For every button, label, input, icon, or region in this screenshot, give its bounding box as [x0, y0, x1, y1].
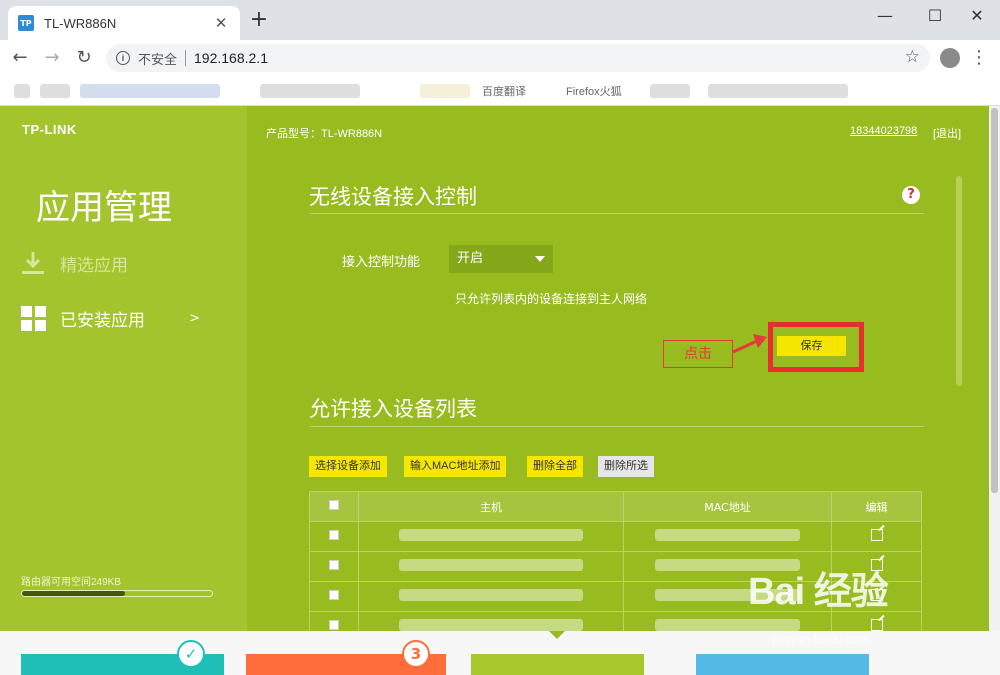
active-pointer	[549, 631, 565, 639]
more-menu-icon[interactable]: ⋮	[970, 46, 988, 70]
row-checkbox[interactable]	[329, 590, 339, 600]
check-icon: ✓	[177, 640, 205, 668]
close-window-icon[interactable]: ✕	[962, 4, 992, 28]
device-list-title: 允许接入设备列表	[309, 397, 477, 421]
brand-logo: TP-LINK	[22, 122, 77, 137]
address-bar[interactable]: i 不安全 192.168.2.1 ☆	[106, 44, 930, 72]
access-control-hint: 只允许列表内的设备连接到主人网络	[455, 292, 648, 306]
storage-bar	[21, 590, 213, 597]
account-link[interactable]: 18344023798	[850, 125, 917, 137]
minimize-icon[interactable]: —	[870, 4, 900, 28]
row-checkbox[interactable]	[329, 560, 339, 570]
forward-icon[interactable]: →	[40, 46, 64, 70]
tab-title: TL-WR886N	[44, 15, 117, 31]
watermark-text: Bai 经验	[748, 571, 889, 613]
logout-link[interactable]: [退出]	[933, 125, 961, 141]
annotation-label: 点击	[663, 340, 733, 368]
security-status: 不安全	[138, 51, 178, 67]
access-control-select[interactable]: 开启	[449, 245, 553, 273]
select-value: 开启	[457, 251, 484, 266]
maximize-icon[interactable]: ☐	[920, 4, 950, 28]
omnibox-divider	[185, 50, 187, 66]
table-header-row: 主机 MAC地址 编辑	[309, 491, 922, 522]
sidebar-item-installed-apps[interactable]: 已安装应用 >	[20, 305, 200, 331]
column-host: 主机	[358, 491, 624, 522]
new-tab-button[interactable]: +	[248, 9, 270, 31]
info-icon[interactable]: i	[116, 51, 130, 65]
bookmark-blur[interactable]	[260, 84, 360, 98]
sidebar: TP-LINK 应用管理 精选应用 已安装应用 > 路由器可用空间249KB	[0, 106, 247, 631]
url-text[interactable]: 192.168.2.1	[194, 50, 268, 66]
nav-step-3[interactable]	[471, 654, 644, 675]
annotation-arrow-icon	[732, 334, 767, 354]
apps-grid-icon	[20, 305, 46, 331]
bookmarks-bar: 百度翻译 Firefox火狐	[0, 76, 1000, 106]
table-row	[309, 521, 922, 552]
bookmark-blur[interactable]	[420, 84, 470, 98]
select-device-add-button[interactable]: 选择设备添加	[309, 456, 387, 477]
storage-label: 路由器可用空间249KB	[21, 577, 122, 588]
mac-cell-blurred	[655, 529, 800, 541]
download-icon	[20, 250, 46, 276]
add-by-mac-button[interactable]: 输入MAC地址添加	[404, 456, 507, 477]
divider	[309, 213, 924, 214]
step-count-badge: 3	[402, 640, 430, 668]
host-cell-blurred	[398, 619, 584, 631]
host-cell-blurred	[398, 529, 584, 541]
column-mac: MAC地址	[623, 491, 832, 522]
host-cell-blurred	[398, 559, 584, 571]
inner-scrollbar[interactable]	[956, 176, 962, 386]
help-icon[interactable]: ?	[902, 186, 920, 204]
nav-step-4[interactable]	[696, 654, 869, 675]
chevron-right-icon: >	[189, 310, 200, 326]
close-tab-icon[interactable]: ✕	[212, 14, 230, 32]
browser-tabbar: TP TL-WR886N ✕ + — ☐ ✕	[0, 0, 1000, 40]
profile-avatar[interactable]	[940, 48, 960, 68]
host-cell-blurred	[398, 589, 584, 601]
sidebar-item-label: 精选应用	[60, 255, 128, 276]
edit-icon[interactable]	[870, 529, 883, 541]
delete-all-button[interactable]: 删除全部	[527, 456, 583, 477]
row-checkbox[interactable]	[329, 530, 339, 540]
back-icon[interactable]: ←	[8, 46, 32, 70]
storage-bar-fill	[22, 591, 125, 596]
access-control-title: 无线设备接入控制	[309, 185, 477, 209]
bookmark-item[interactable]: Firefox火狐	[566, 83, 622, 99]
access-control-label: 接入控制功能	[342, 255, 421, 270]
main-panel: 产品型号：TL-WR886N 18344023798 [退出] 无线设备接入控制…	[247, 106, 1000, 642]
row-checkbox[interactable]	[329, 620, 339, 630]
bookmark-blur[interactable]	[708, 84, 848, 98]
bookmark-favicon[interactable]	[14, 84, 30, 98]
watermark-url: jingyan.baidu.com	[772, 632, 869, 646]
browser-tab[interactable]: TP TL-WR886N ✕	[8, 6, 240, 40]
divider	[309, 426, 924, 427]
select-all-checkbox[interactable]	[329, 500, 339, 510]
section-title: 应用管理	[36, 188, 172, 228]
edit-icon[interactable]	[870, 619, 883, 631]
page-scrollbar-thumb[interactable]	[991, 108, 998, 493]
dropdown-arrow-icon	[535, 256, 545, 262]
mac-cell-blurred	[655, 619, 800, 631]
bookmark-blur[interactable]	[40, 84, 70, 98]
save-button[interactable]: 保存	[777, 336, 846, 356]
reload-icon[interactable]: ↻	[72, 46, 96, 70]
sidebar-item-label: 已安装应用	[60, 310, 145, 331]
sidebar-item-featured-apps[interactable]: 精选应用	[20, 250, 200, 276]
select-all-header[interactable]	[309, 491, 359, 522]
baidu-jingyan-watermark: Bai 经验	[748, 560, 889, 615]
tplink-favicon-icon: TP	[18, 15, 34, 31]
bookmark-item[interactable]: 百度翻译	[482, 83, 526, 99]
model-label: 产品型号：TL-WR886N	[266, 128, 383, 140]
browser-toolbar: ← → ↻ i 不安全 192.168.2.1 ☆ ⋮	[0, 40, 1000, 76]
bookmark-blur[interactable]	[80, 84, 220, 98]
delete-selected-button[interactable]: 删除所选	[598, 456, 654, 477]
bookmark-blur[interactable]	[650, 84, 690, 98]
column-edit: 编辑	[831, 491, 922, 522]
bookmark-star-icon[interactable]: ☆	[905, 47, 920, 67]
